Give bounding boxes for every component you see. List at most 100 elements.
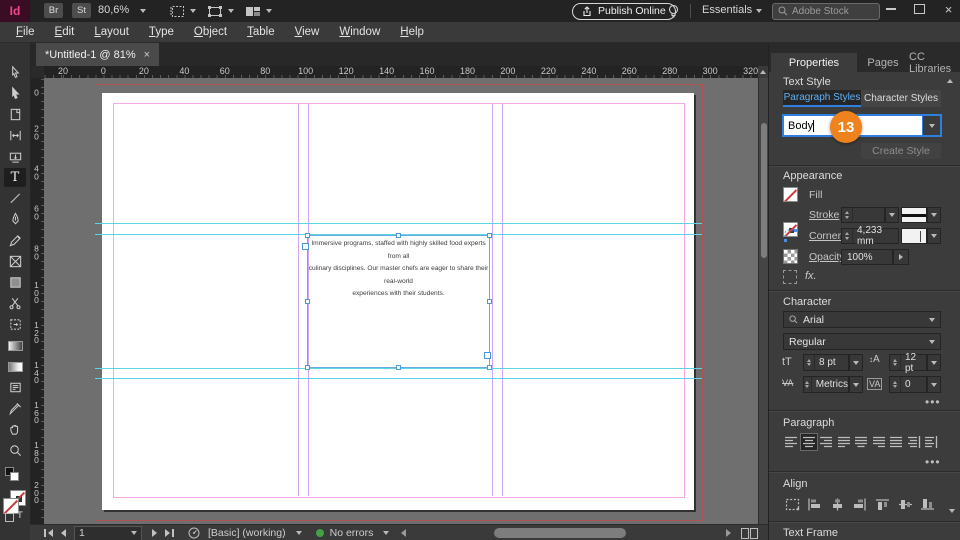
content-collector-tool[interactable] bbox=[4, 147, 26, 166]
workspace-dropdown-icon[interactable] bbox=[756, 9, 762, 13]
corner-shape-preview[interactable] bbox=[901, 228, 927, 244]
ruler-guide[interactable] bbox=[95, 223, 702, 224]
tracking-stepper[interactable]: 0 bbox=[889, 376, 927, 393]
menu-window[interactable]: Window bbox=[329, 26, 390, 38]
view-options-dropdown-icon[interactable] bbox=[190, 9, 196, 13]
frame-handle-bottom-center[interactable] bbox=[396, 365, 401, 370]
align-left-edges-button[interactable] bbox=[806, 496, 824, 512]
zoom-tool[interactable] bbox=[4, 441, 26, 460]
stroke-type-dropdown-icon[interactable] bbox=[927, 207, 941, 223]
lightbulb-icon[interactable] bbox=[664, 2, 682, 20]
workspace-switcher[interactable]: Essentials bbox=[702, 4, 752, 16]
align-right-edges-button[interactable] bbox=[851, 496, 869, 512]
align-bottom-edges-button[interactable] bbox=[919, 496, 937, 512]
preflight-status-dropdown-icon[interactable] bbox=[383, 531, 390, 535]
corner-shape-dropdown-icon[interactable] bbox=[927, 228, 941, 244]
style-dropdown-icon[interactable] bbox=[922, 116, 940, 135]
zoom-level-value[interactable]: 80,6% bbox=[98, 4, 129, 16]
text-frame-in-port[interactable] bbox=[302, 243, 309, 250]
document-tab[interactable]: *Untitled-1 @ 81% × bbox=[36, 43, 160, 66]
view-options-icon[interactable] bbox=[168, 4, 186, 18]
arrange-documents-dropdown-icon[interactable] bbox=[266, 9, 272, 13]
line-tool[interactable] bbox=[4, 189, 26, 208]
stock-button[interactable]: St bbox=[72, 3, 91, 18]
menu-layout[interactable]: Layout bbox=[84, 26, 139, 38]
style-name-input[interactable]: Body bbox=[782, 114, 942, 137]
menu-file[interactable]: File bbox=[6, 26, 45, 38]
eyedropper-tool[interactable] bbox=[4, 399, 26, 418]
pencil-tool[interactable] bbox=[4, 231, 26, 250]
menu-help[interactable]: Help bbox=[390, 26, 434, 38]
font-size-stepper[interactable]: 8 pt bbox=[803, 354, 849, 371]
maximize-button[interactable] bbox=[905, 0, 934, 18]
preflight-profile-dropdown-icon[interactable] bbox=[295, 531, 302, 535]
text-frame[interactable]: Immersive programs, staffed with highly … bbox=[307, 235, 490, 368]
align-center-button[interactable] bbox=[799, 433, 818, 451]
frame-handle-bottom-left[interactable] bbox=[305, 365, 310, 370]
character-styles-tab[interactable]: Character Styles bbox=[861, 90, 941, 107]
character-more-options[interactable]: ••• bbox=[925, 395, 941, 409]
leading-stepper[interactable]: 12 pt bbox=[889, 352, 927, 374]
align-top-edges-button[interactable] bbox=[873, 496, 891, 512]
tab-cc-libraries[interactable]: CC Libraries bbox=[909, 51, 960, 75]
formatting-affects-text-icon[interactable]: T bbox=[17, 510, 23, 521]
screen-mode-dropdown-icon[interactable] bbox=[228, 9, 234, 13]
kerning-dropdown-icon[interactable] bbox=[849, 376, 863, 393]
preflight-profile[interactable]: [Basic] (working) bbox=[208, 527, 286, 539]
minimize-button[interactable] bbox=[876, 0, 905, 18]
horizontal-scrollbar[interactable] bbox=[412, 527, 720, 539]
direct-selection-tool[interactable] bbox=[4, 84, 26, 103]
adobe-stock-search-input[interactable]: Adobe Stock bbox=[772, 2, 880, 20]
leading-dropdown-icon[interactable] bbox=[927, 354, 941, 371]
vertical-ruler[interactable]: 0 2 0 4 0 6 0 8 0 1 0 0 1 2 0 1 4 0 1 6 0 1 8 0 2 … bbox=[30, 78, 45, 524]
gap-tool[interactable] bbox=[4, 126, 26, 145]
selection-tool[interactable] bbox=[4, 63, 26, 82]
frame-handle-bottom-right[interactable] bbox=[487, 365, 492, 370]
arrange-documents-icon[interactable] bbox=[244, 4, 262, 18]
corner-label[interactable]: Corner bbox=[809, 230, 841, 242]
stroke-weight-stepper[interactable] bbox=[841, 207, 885, 223]
next-page-button[interactable] bbox=[152, 529, 157, 537]
menu-view[interactable]: View bbox=[285, 26, 330, 38]
page-number-input[interactable]: 1 bbox=[74, 525, 142, 540]
page-tool[interactable] bbox=[4, 105, 26, 124]
justify-last-left-button[interactable] bbox=[836, 434, 852, 450]
justify-last-center-button[interactable] bbox=[853, 434, 869, 450]
paragraph-more-options[interactable]: ••• bbox=[925, 455, 941, 469]
menu-type[interactable]: Type bbox=[139, 26, 184, 38]
preflight-status[interactable]: No errors bbox=[330, 527, 374, 539]
font-family-select[interactable]: Arial bbox=[783, 311, 941, 328]
spread-view-icon[interactable] bbox=[741, 527, 759, 539]
panel-scroll-down-icon[interactable] bbox=[949, 509, 955, 513]
opacity-expand-button[interactable] bbox=[893, 249, 909, 265]
align-to-selector-icon[interactable] bbox=[783, 496, 801, 512]
menu-table[interactable]: Table bbox=[237, 26, 285, 38]
effects-fx-button[interactable]: fx. bbox=[805, 270, 817, 282]
justify-all-button[interactable] bbox=[888, 434, 904, 450]
paragraph-styles-tab[interactable]: Paragraph Styles bbox=[783, 90, 861, 107]
collapse-section-icon[interactable] bbox=[947, 79, 953, 83]
horizontal-scrollbar-thumb[interactable] bbox=[494, 528, 627, 538]
rectangle-tool[interactable] bbox=[4, 273, 26, 292]
kerning-stepper[interactable]: Metrics bbox=[803, 376, 849, 393]
gradient-swatch-tool[interactable] bbox=[4, 336, 26, 355]
align-away-from-spine-button[interactable] bbox=[923, 434, 939, 450]
tab-close-icon[interactable]: × bbox=[144, 49, 150, 61]
stroke-label[interactable]: Stroke bbox=[809, 209, 839, 221]
frame-handle-top-right[interactable] bbox=[487, 233, 492, 238]
create-style-button[interactable]: Create Style bbox=[861, 143, 941, 159]
frame-handle-middle-right[interactable] bbox=[487, 299, 492, 304]
scroll-left-arrow[interactable] bbox=[401, 529, 407, 537]
font-size-dropdown-icon[interactable] bbox=[849, 354, 863, 371]
scissors-tool[interactable] bbox=[4, 294, 26, 313]
opacity-label[interactable]: Opacity bbox=[809, 251, 845, 263]
frame-handle-top-center[interactable] bbox=[396, 233, 401, 238]
font-style-select[interactable]: Regular bbox=[783, 333, 941, 350]
align-towards-spine-button[interactable] bbox=[906, 434, 922, 450]
screen-mode-icon[interactable] bbox=[206, 4, 224, 18]
stroke-weight-dropdown-icon[interactable] bbox=[885, 207, 899, 223]
hand-tool[interactable] bbox=[4, 420, 26, 439]
previous-page-button[interactable] bbox=[61, 529, 66, 537]
tab-properties[interactable]: Properties bbox=[771, 53, 857, 72]
align-right-button[interactable] bbox=[818, 434, 834, 450]
